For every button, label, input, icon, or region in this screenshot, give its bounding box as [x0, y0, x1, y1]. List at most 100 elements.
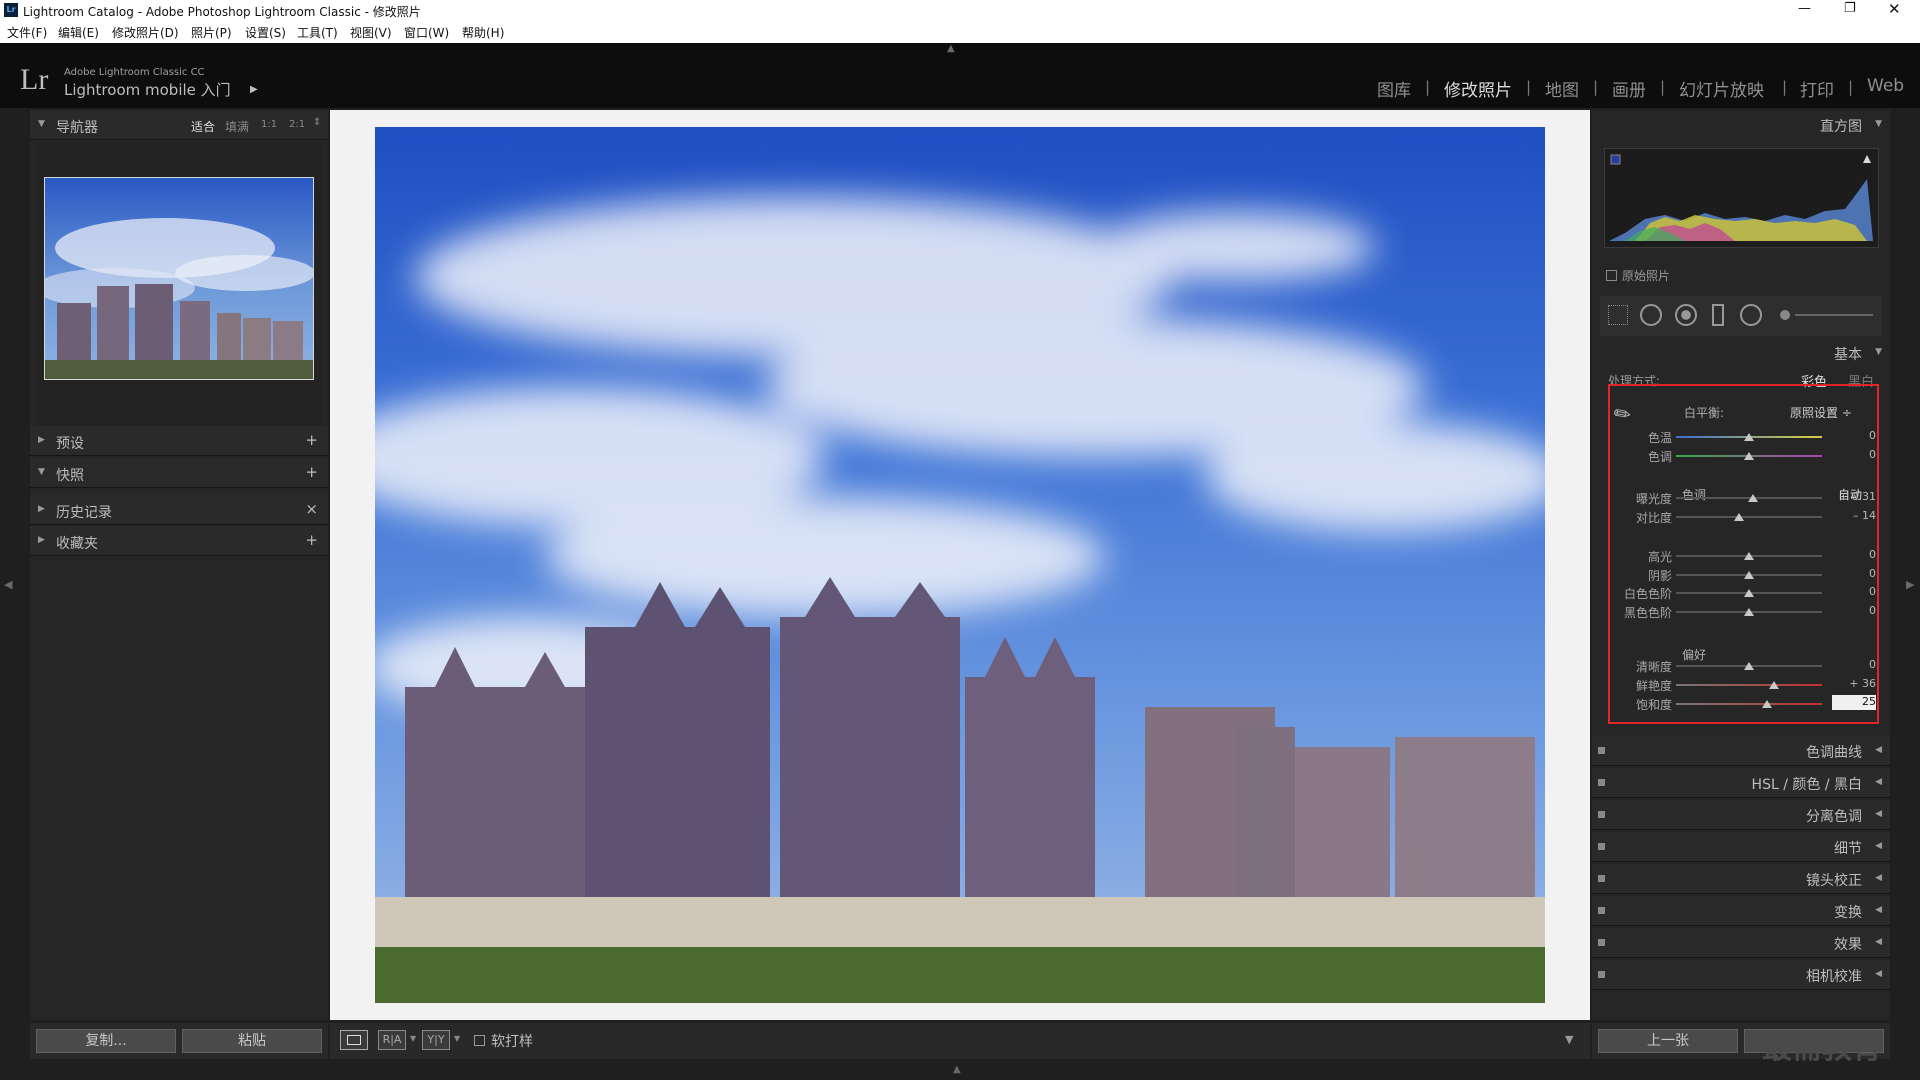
clarity-value[interactable]: 0 [1832, 658, 1876, 671]
menu-settings[interactable]: 设置(S) [245, 24, 286, 41]
radial-filter-icon[interactable] [1740, 304, 1762, 326]
saturation-thumb[interactable] [1761, 700, 1772, 708]
basic-header[interactable]: 基本 ▼ [1592, 338, 1890, 368]
panel-switch-icon[interactable] [1598, 843, 1605, 850]
menu-view[interactable]: 视图(V) [350, 24, 392, 41]
spot-removal-icon[interactable] [1640, 304, 1662, 326]
add-snapshot-icon[interactable]: + [305, 463, 318, 481]
module-library[interactable]: 图库 [1377, 76, 1411, 101]
vibrance-value[interactable]: + 36 [1832, 677, 1876, 690]
close-icon[interactable]: ✕ [1888, 0, 1901, 18]
effects-header[interactable]: 效果 ◀ [1592, 928, 1890, 958]
minimize-icon[interactable]: — [1798, 1, 1811, 16]
module-develop[interactable]: 修改照片 [1444, 76, 1512, 101]
crop-tool-icon[interactable] [1608, 305, 1628, 325]
collapse-right-icon[interactable]: ▶ [1906, 578, 1914, 591]
module-web[interactable]: Web [1867, 76, 1904, 96]
panel-switch-icon[interactable] [1598, 779, 1605, 786]
histogram[interactable] [1604, 148, 1879, 248]
hsl-header[interactable]: HSL / 颜色 / 黑白 ◀ [1592, 768, 1890, 798]
vibrance-thumb[interactable] [1768, 681, 1779, 689]
module-map[interactable]: 地图 [1545, 76, 1579, 101]
add-collection-icon[interactable]: + [305, 531, 318, 549]
exposure-value[interactable]: + 0.31 [1832, 490, 1876, 503]
collapse-left-icon[interactable]: ◀ [4, 578, 12, 591]
menu-develop[interactable]: 修改照片(D) [112, 24, 179, 41]
red-eye-icon[interactable] [1675, 304, 1697, 326]
panel-switch-icon[interactable] [1598, 907, 1605, 914]
brush-icon[interactable] [1780, 310, 1790, 320]
zoom-fit[interactable]: 适合 [191, 118, 215, 135]
menu-file[interactable]: 文件(F) [7, 24, 47, 41]
lens-corrections-header[interactable]: 镜头校正 ◀ [1592, 864, 1890, 894]
clarity-thumb[interactable] [1744, 662, 1754, 670]
copy-button[interactable]: 复制... [36, 1029, 176, 1053]
zoom-fill[interactable]: 填满 [225, 118, 249, 135]
before-after-lr-icon[interactable]: R|A [378, 1030, 406, 1050]
tint-value[interactable]: 0 [1832, 448, 1876, 461]
collapse-top-icon[interactable]: ▲ [947, 43, 955, 54]
chevron-down-icon[interactable]: ▼ [454, 1034, 460, 1043]
blacks-value[interactable]: 0 [1832, 604, 1876, 617]
shadows-value[interactable]: 0 [1832, 567, 1876, 580]
tint-thumb[interactable] [1744, 452, 1754, 460]
transform-header[interactable]: 变换 ◀ [1592, 896, 1890, 926]
panel-switch-icon[interactable] [1598, 747, 1605, 754]
menu-edit[interactable]: 编辑(E) [58, 24, 99, 41]
camera-calibration-header[interactable]: 相机校准 ◀ [1592, 960, 1890, 990]
clear-history-icon[interactable]: × [305, 500, 318, 518]
panel-switch-icon[interactable] [1598, 939, 1605, 946]
play-icon[interactable]: ▶ [250, 84, 258, 95]
zoom-1-1[interactable]: 1:1 [261, 119, 277, 130]
soft-proof-checkbox[interactable] [474, 1035, 485, 1046]
whites-thumb[interactable] [1744, 589, 1754, 597]
module-print[interactable]: 打印 [1800, 76, 1834, 101]
restore-icon[interactable]: ❐ [1844, 1, 1856, 16]
mobile-link[interactable]: Lightroom mobile 入门 [64, 79, 231, 100]
temp-thumb[interactable] [1744, 433, 1754, 441]
highlights-value[interactable]: 0 [1832, 548, 1876, 561]
tone-curve-header[interactable]: 色调曲线 ◀ [1592, 736, 1890, 766]
detail-header[interactable]: 细节 ◀ [1592, 832, 1890, 862]
menu-window[interactable]: 窗口(W) [404, 24, 449, 41]
panel-switch-icon[interactable] [1598, 811, 1605, 818]
histogram-header[interactable]: 直方图 ▼ [1592, 110, 1890, 140]
snapshots-header[interactable]: ▼ 快照 + [30, 458, 328, 488]
whites-value[interactable]: 0 [1832, 585, 1876, 598]
loupe-view-icon[interactable] [340, 1030, 368, 1050]
collections-header[interactable]: ▶ 收藏夹 + [30, 526, 328, 556]
graduated-filter-icon[interactable] [1712, 304, 1724, 326]
navigator-preview[interactable] [35, 177, 315, 380]
toolbar-menu-icon[interactable]: ▼ [1565, 1033, 1573, 1046]
exposure-thumb[interactable] [1748, 494, 1759, 502]
blacks-thumb[interactable] [1744, 608, 1754, 616]
paste-button[interactable]: 粘贴 [182, 1029, 322, 1053]
photo-canvas[interactable] [330, 110, 1590, 1020]
menu-help[interactable]: 帮助(H) [462, 24, 504, 41]
navigator-header[interactable]: ▼ 导航器 适合 填满 1:1 2:1 ⇕ [30, 110, 328, 140]
original-photo-checkbox[interactable] [1606, 270, 1617, 281]
zoom-2-1[interactable]: 2:1 [289, 119, 305, 130]
white-balance-select[interactable]: 原照设置 ÷ [1790, 404, 1852, 421]
temp-value[interactable]: 0 [1832, 429, 1876, 442]
history-header[interactable]: ▶ 历史记录 × [30, 495, 328, 525]
split-toning-header[interactable]: 分离色调 ◀ [1592, 800, 1890, 830]
chevron-down-icon[interactable]: ▼ [410, 1034, 416, 1043]
collapse-bottom-icon[interactable]: ▲ [953, 1064, 961, 1075]
contrast-slider[interactable] [1676, 516, 1822, 518]
vibrance-slider[interactable] [1676, 684, 1822, 686]
add-preset-icon[interactable]: + [305, 431, 318, 449]
before-after-tb-icon[interactable]: Y|Y [422, 1030, 450, 1050]
zoom-stepper-icon[interactable]: ⇕ [313, 117, 321, 128]
panel-switch-icon[interactable] [1598, 875, 1605, 882]
panel-switch-icon[interactable] [1598, 971, 1605, 978]
highlights-thumb[interactable] [1744, 552, 1754, 560]
menu-photo[interactable]: 照片(P) [191, 24, 232, 41]
module-slideshow[interactable]: 幻灯片放映 [1679, 76, 1764, 101]
contrast-thumb[interactable] [1733, 513, 1744, 521]
contrast-value[interactable]: – 14 [1832, 509, 1876, 522]
module-book[interactable]: 画册 [1612, 76, 1646, 101]
saturation-slider[interactable] [1676, 703, 1822, 705]
saturation-value[interactable]: 25 [1832, 695, 1876, 710]
shadows-thumb[interactable] [1744, 571, 1754, 579]
